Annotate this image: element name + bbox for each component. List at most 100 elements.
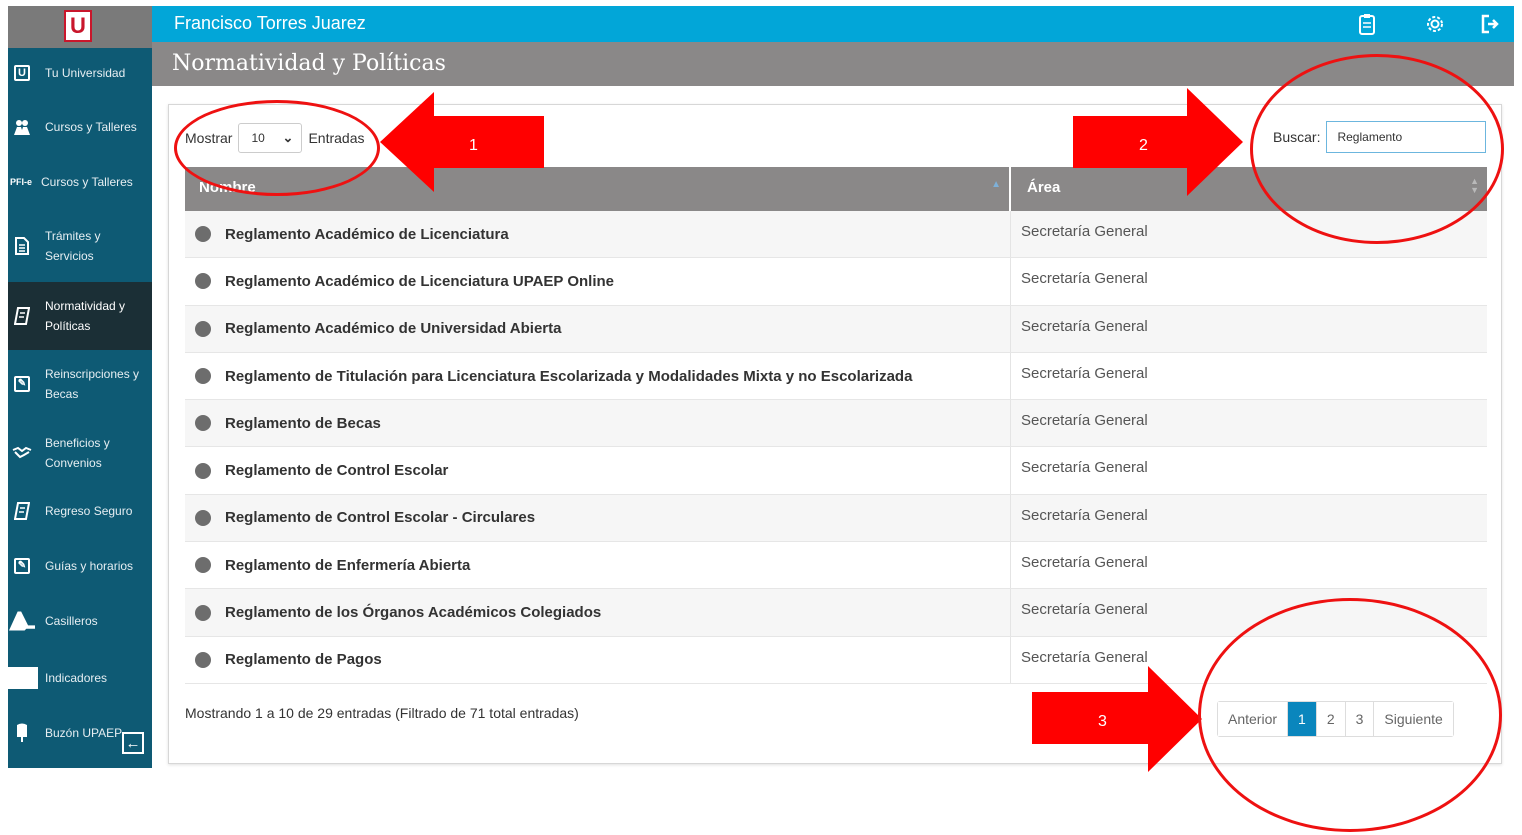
column-header-label: Área	[1027, 179, 1061, 196]
sidebar: U U Tu Universidad Cursos y Talleres PFI…	[8, 6, 152, 768]
sidebar-item-cursos-talleres[interactable]: Cursos y Talleres	[8, 112, 152, 142]
annotation-number-3: 3	[1098, 713, 1107, 730]
sidebar-item-label: Cursos y Talleres	[41, 175, 133, 189]
sidebar-item-reinscripciones[interactable]: ✎ Reinscripciones y Becas	[8, 362, 152, 406]
annotation-arrow-1	[380, 92, 544, 192]
sidebar-item-normatividad[interactable]: Normatividad y Políticas	[8, 282, 152, 350]
gear-icon[interactable]	[1424, 13, 1446, 35]
sidebar-item-label: Guías y horarios	[45, 559, 134, 573]
regulation-link[interactable]: Reglamento Académico de Universidad Abie…	[185, 305, 1011, 352]
sidebar-item-regreso-seguro[interactable]: Regreso Seguro	[8, 496, 152, 526]
pfi-icon: PFI-e	[9, 177, 32, 187]
lockers-icon	[9, 608, 35, 634]
regulation-name: Reglamento Académico de Licenciatura UPA…	[225, 272, 614, 290]
table-row: Reglamento Académico de Universidad Abie…	[185, 305, 1487, 353]
regulation-name: Reglamento Académico de Universidad Abie…	[225, 320, 562, 338]
u-icon: U	[9, 60, 35, 86]
sidebar-item-label: Reinscripciones y Becas	[45, 367, 140, 401]
sidebar-item-label: Casilleros	[45, 614, 98, 628]
table-row: Reglamento de Becas Secretaría General	[185, 400, 1487, 448]
sidebar-item-label: Regreso Seguro	[45, 504, 133, 518]
bullet-icon	[195, 226, 211, 243]
regulation-name: Reglamento de Becas	[225, 414, 381, 432]
sort-asc-icon: ▲	[991, 179, 1001, 190]
bullet-icon	[195, 509, 211, 526]
area-cell: Secretaría General	[1021, 412, 1148, 430]
bullet-icon	[195, 651, 211, 668]
table-row: Reglamento de Titulación para Licenciatu…	[185, 352, 1487, 401]
sidebar-item-label: Beneficios y Convenios	[45, 436, 110, 470]
regulation-name: Reglamento de los Órganos Académicos Col…	[225, 604, 602, 622]
app-window: U U Tu Universidad Cursos y Talleres PFI…	[0, 0, 1522, 835]
regulation-link[interactable]: Reglamento de Control Escolar - Circular…	[185, 494, 1011, 542]
bullet-icon	[195, 368, 211, 385]
annotation-circle-3	[1198, 598, 1502, 832]
annotation-arrow-3	[1032, 666, 1202, 772]
bullet-icon	[195, 604, 211, 621]
clipboard-icon[interactable]	[1356, 13, 1378, 35]
area-cell: Secretaría General	[1021, 459, 1148, 477]
regulation-name: Reglamento de Pagos	[225, 651, 382, 669]
sidebar-item-beneficios[interactable]: Beneficios y Convenios	[8, 431, 152, 475]
annotation-number-1: 1	[469, 137, 478, 154]
bullet-icon	[195, 415, 211, 432]
regulation-name: Reglamento de Enfermería Abierta	[225, 556, 471, 574]
top-bar: Francisco Torres Juarez	[152, 6, 1514, 42]
arrow-left-icon: ←	[125, 734, 141, 752]
mailbox-icon	[9, 720, 35, 746]
regulation-link[interactable]: Reglamento de Becas	[185, 400, 1011, 447]
table-row: Reglamento de Control Escolar Secretaría …	[185, 447, 1487, 495]
sidebar-item-tu-universidad[interactable]: U Tu Universidad	[8, 58, 152, 88]
bullet-icon	[195, 273, 211, 290]
book-icon	[9, 303, 35, 329]
page-title: Normatividad y Políticas	[172, 51, 446, 76]
regulation-link[interactable]: Reglamento Académico de Licenciatura UPA…	[185, 258, 1011, 305]
regulation-name: Reglamento de Control Escolar	[225, 462, 449, 480]
sidebar-item-casilleros[interactable]: Casilleros	[8, 606, 152, 636]
user-name: Francisco Torres Juarez	[174, 13, 366, 33]
sidebar-item-label: Cursos y Talleres	[45, 120, 137, 134]
regulation-link[interactable]: Reglamento de Control Escolar	[185, 447, 1011, 494]
sidebar-item-label: Normatividad y Políticas	[45, 299, 126, 333]
regulation-name: Reglamento Académico de Licenciatura	[225, 225, 509, 243]
annotation-number-2: 2	[1139, 137, 1148, 154]
sidebar-item-label: Buzón UPAEP	[45, 726, 123, 740]
area-cell: Secretaría General	[1021, 364, 1148, 382]
area-cell: Secretaría General	[1021, 317, 1148, 335]
area-cell: Secretaría General	[1021, 554, 1148, 572]
bullet-icon	[195, 320, 211, 337]
table-info: Mostrando 1 a 10 de 29 entradas (Filtrad…	[185, 705, 579, 721]
regulation-link[interactable]: Reglamento Académico de Licenciatura	[185, 211, 1011, 258]
table-row: Reglamento de Enfermería Abierta Secretar…	[185, 542, 1487, 590]
logout-icon[interactable]	[1480, 13, 1502, 35]
regulation-link[interactable]: Reglamento de Pagos	[185, 636, 1011, 683]
indicadores-icon-slot	[9, 665, 35, 691]
bullet-icon	[195, 557, 211, 574]
annotation-arrow-2	[1073, 88, 1243, 196]
book-icon	[9, 498, 35, 524]
upaep-logo[interactable]: U	[64, 10, 92, 42]
regulation-link[interactable]: Reglamento de los Órganos Académicos Col…	[185, 589, 1011, 636]
collapse-sidebar-button[interactable]: ←	[122, 732, 144, 754]
annotation-circle-2	[1250, 54, 1504, 244]
area-cell: Secretaría General	[1021, 270, 1148, 288]
regulation-link[interactable]: Reglamento de Enfermería Abierta	[185, 542, 1011, 589]
sidebar-item-label: Trámites y Servicios	[45, 229, 101, 263]
regulation-link[interactable]: Reglamento de Titulación para Licenciatu…	[185, 352, 1011, 400]
sidebar-item-label: Indicadores	[45, 671, 108, 685]
edit-icon: ✎	[9, 371, 35, 397]
table-row: Reglamento Académico de Licenciatura UPA…	[185, 258, 1487, 306]
regulation-name: Reglamento de Titulación para Licenciatu…	[225, 367, 913, 385]
bullet-icon	[195, 462, 211, 479]
sidebar-item-label: Tu Universidad	[45, 66, 126, 80]
sidebar-item-indicadores[interactable]: Indicadores	[8, 663, 152, 693]
document-icon	[9, 233, 35, 259]
sidebar-item-cursos-talleres-pfi[interactable]: PFI-e Cursos y Talleres	[8, 167, 152, 197]
area-cell: Secretaría General	[1021, 506, 1148, 524]
annotation-circle-1	[174, 100, 380, 196]
sidebar-item-guias-horarios[interactable]: ✎ Guías y horarios	[8, 551, 152, 581]
logo-area: U	[8, 6, 152, 48]
table-row: Reglamento de Control Escolar - Circular…	[185, 494, 1487, 543]
regulation-name: Reglamento de Control Escolar - Circular…	[225, 509, 536, 527]
sidebar-item-tramites[interactable]: Trámites y Servicios	[8, 224, 152, 268]
